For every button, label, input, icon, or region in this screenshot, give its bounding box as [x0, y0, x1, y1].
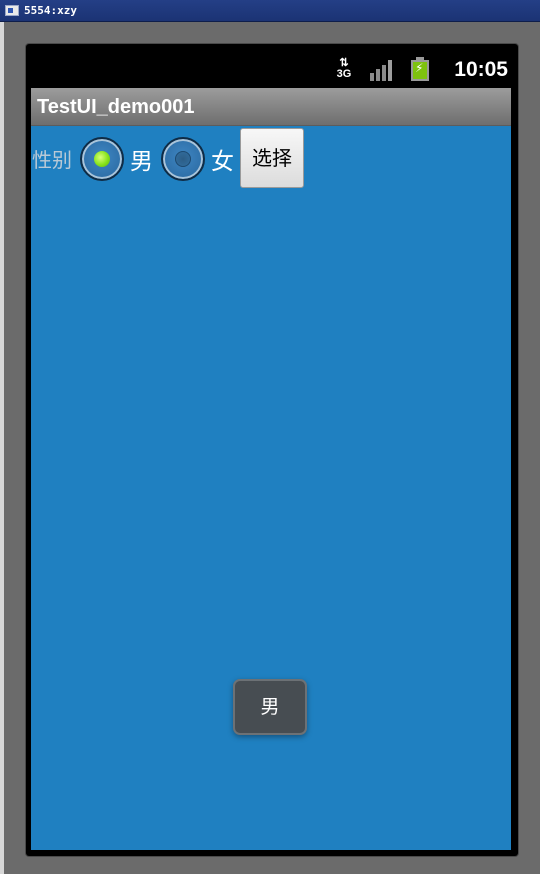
radio-female-label[interactable]: 女 — [211, 147, 234, 177]
status-clock: 10:05 — [454, 58, 508, 81]
app-title: TestUI_demo001 — [37, 96, 195, 118]
signal-strength-icon — [370, 59, 396, 81]
network-3g-icon: ⇅ 3G — [336, 57, 352, 80]
network-type: 3G — [336, 68, 352, 80]
status-bar — [31, 50, 511, 88]
gender-label: 性别 — [32, 148, 72, 172]
radio-female[interactable] — [161, 137, 205, 181]
window-title: 5554:xzy — [24, 4, 77, 17]
emulator-window-icon — [5, 5, 19, 16]
app-content-area — [31, 126, 511, 850]
radio-checked-indicator — [94, 151, 110, 167]
select-button[interactable]: 选择 — [240, 128, 304, 188]
radio-male[interactable] — [80, 137, 124, 181]
window-title-bar: 5554:xzy — [0, 0, 540, 22]
toast-message: 男 — [233, 679, 307, 735]
radio-unchecked-indicator — [175, 151, 191, 167]
battery-charging-icon: ⚡ — [411, 57, 429, 81]
radio-male-label[interactable]: 男 — [130, 147, 153, 177]
